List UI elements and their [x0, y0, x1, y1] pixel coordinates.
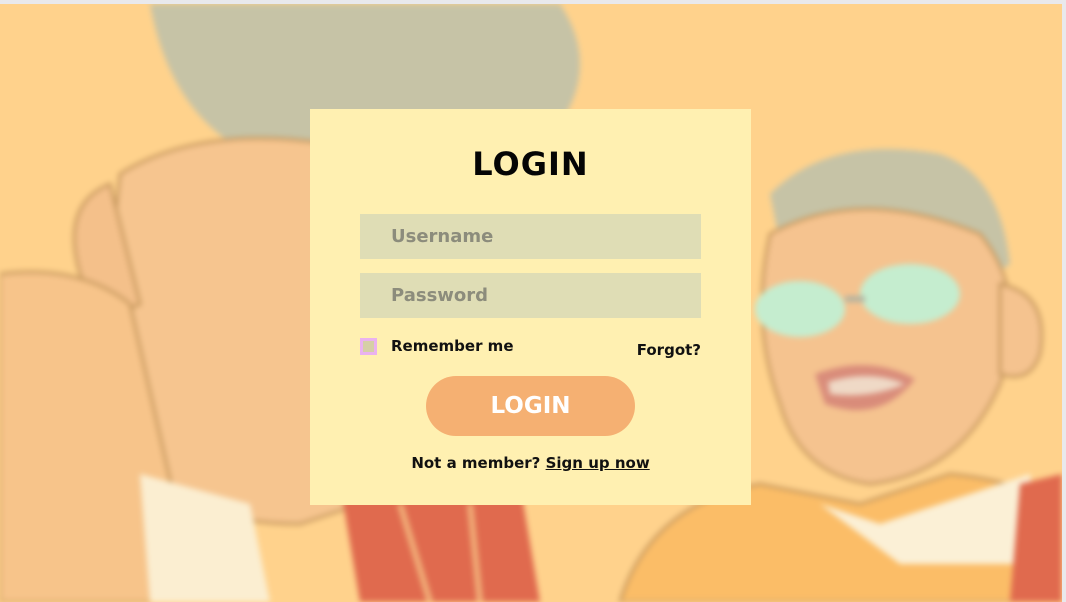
signup-row: Not a member? Sign up now	[310, 454, 751, 472]
background-stage: LOGIN Remember me Forgot? LOGIN Not a me…	[0, 4, 1062, 602]
login-title: LOGIN	[472, 145, 589, 183]
remember-me-row: Remember me	[360, 337, 514, 355]
password-input[interactable]	[360, 273, 701, 318]
login-button[interactable]: LOGIN	[426, 376, 635, 436]
username-input[interactable]	[360, 214, 701, 259]
signup-link[interactable]: Sign up now	[546, 454, 650, 472]
login-card: LOGIN Remember me Forgot? LOGIN Not a me…	[310, 109, 751, 505]
remember-me-label[interactable]: Remember me	[391, 337, 514, 355]
not-member-text: Not a member?	[411, 454, 541, 472]
forgot-password-link[interactable]: Forgot?	[637, 341, 701, 359]
remember-me-checkbox[interactable]	[360, 337, 377, 355]
